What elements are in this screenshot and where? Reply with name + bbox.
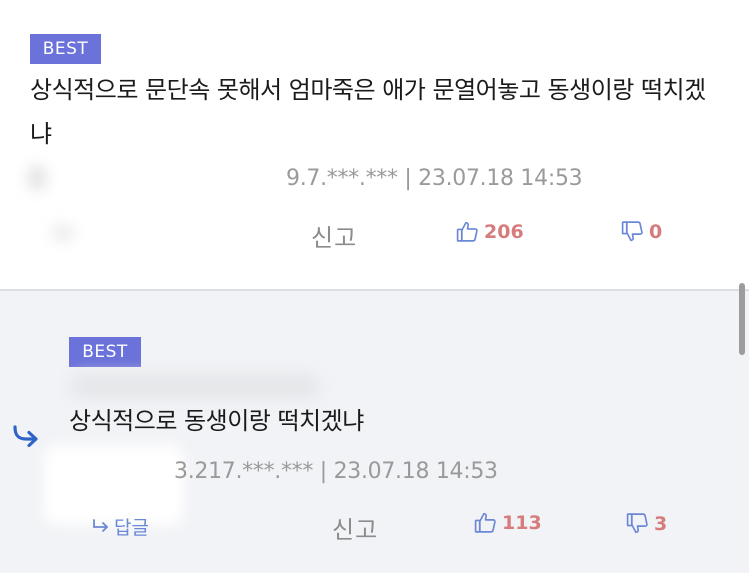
blurred-avatar bbox=[28, 165, 46, 191]
comment-meta: 9.7.***.*** | 23.07.18 14:53 bbox=[286, 166, 583, 191]
blurred-username bbox=[70, 373, 320, 399]
best-badge: BEST bbox=[69, 337, 141, 367]
upvote-button[interactable]: 206 bbox=[455, 219, 524, 244]
comment-text: 상식적으로 문단속 못해서 엄마죽은 애가 문열어놓고 동생이랑 떡치겠냐 bbox=[30, 76, 706, 148]
downvote-button[interactable]: 3 bbox=[625, 511, 667, 536]
downvote-count: 0 bbox=[649, 220, 663, 243]
comment-text: 상식적으로 동생이랑 떡치겠냐 bbox=[69, 407, 364, 435]
comment-meta: 3.217.***.*** | 23.07.18 14:53 bbox=[174, 459, 498, 484]
downvote-button[interactable]: 0 bbox=[620, 219, 662, 244]
reply-arrow-icon bbox=[92, 516, 112, 538]
report-button[interactable]: 신고 bbox=[311, 218, 357, 253]
reply-arrow-icon bbox=[12, 425, 40, 451]
upvote-count: 206 bbox=[484, 220, 524, 243]
thumbs-down-icon bbox=[625, 511, 650, 536]
report-button[interactable]: 신고 bbox=[332, 510, 378, 545]
reply-button[interactable]: 답글 bbox=[92, 513, 149, 540]
best-badge: BEST bbox=[30, 34, 101, 64]
best-comment: BEST 상식적으로 문단속 못해서 엄마죽은 애가 문열어놓고 동생이랑 떡치… bbox=[0, 0, 749, 289]
upvote-button[interactable]: 113 bbox=[473, 510, 542, 535]
thumbs-down-icon bbox=[620, 219, 645, 244]
downvote-count: 3 bbox=[654, 512, 668, 535]
blurred-region bbox=[52, 226, 74, 240]
reply-label: 답글 bbox=[114, 517, 149, 539]
best-reply-comment: BEST 상식적으로 동생이랑 떡치겠냐 3.217.***.*** | 23.… bbox=[0, 289, 749, 573]
thumbs-up-icon bbox=[455, 219, 480, 244]
upvote-count: 113 bbox=[502, 511, 542, 534]
thumbs-up-icon bbox=[473, 510, 498, 535]
scrollbar[interactable] bbox=[739, 283, 745, 355]
